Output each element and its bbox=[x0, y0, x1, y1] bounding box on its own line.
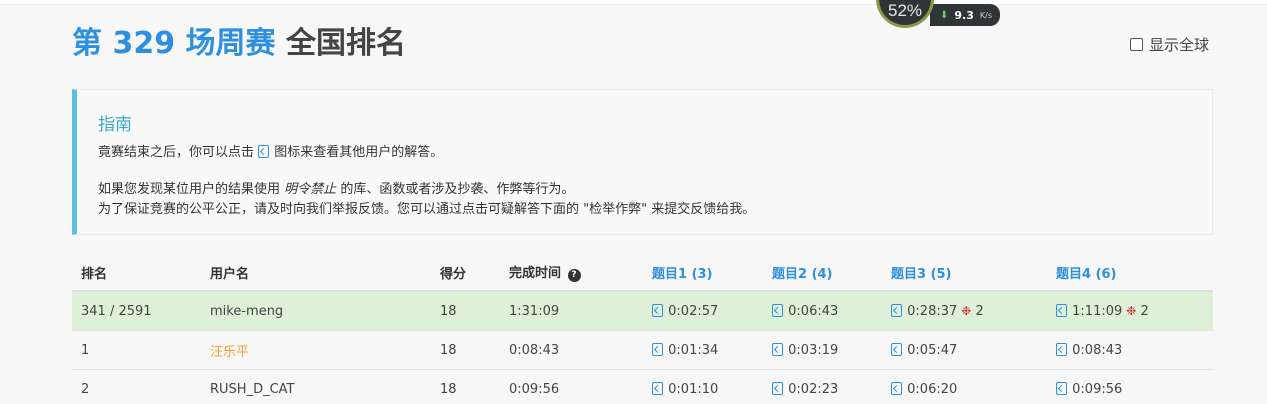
header-question-3[interactable]: 题目3 (5) bbox=[891, 263, 952, 282]
question-2-cell[interactable]: 0:06:43 bbox=[772, 303, 839, 319]
contest-name: 第 329 场周赛 bbox=[72, 26, 276, 61]
question-3-cell[interactable]: 0:05:47 bbox=[891, 342, 958, 358]
question-3-time: 0:28:37 bbox=[907, 303, 958, 319]
question-2-cell[interactable]: 0:03:19 bbox=[772, 342, 839, 358]
code-file-icon[interactable] bbox=[1056, 342, 1067, 356]
finish-time-cell: 0:08:43 bbox=[509, 342, 560, 358]
top-strip bbox=[0, 0, 1267, 5]
guide-line-2-emphasis: 明令禁止 bbox=[284, 182, 337, 197]
question-1-cell[interactable]: 0:02:57 bbox=[652, 303, 719, 319]
download-speed-value: 9.3 bbox=[954, 8, 974, 22]
header-finish-time-label: 完成时间 bbox=[509, 266, 562, 281]
bug-icon: ❉ bbox=[1126, 303, 1137, 318]
ranking-table: 排名 用户名 得分 完成时间 ? 题目1 (3) 题目2 (4) 题目3 (5)… bbox=[72, 254, 1213, 404]
network-monitor-widget[interactable]: 52% ⬇ 9.3 K/s bbox=[876, 0, 1000, 28]
table-row: 2 RUSH_D_CAT 18 0:09:56 0:01:10 0:02:23 … bbox=[72, 370, 1213, 404]
guide-line-1-before: 竟赛结束之后，你可以点击 bbox=[98, 145, 255, 160]
question-1-time: 0:01:10 bbox=[668, 381, 719, 397]
question-4-time: 0:08:43 bbox=[1072, 342, 1123, 358]
question-4-cell[interactable]: 0:08:43 bbox=[1056, 342, 1123, 358]
question-2-time: 0:02:23 bbox=[788, 381, 839, 397]
question-1-time: 0:02:57 bbox=[668, 303, 719, 319]
question-4-cell[interactable]: 0:09:56 bbox=[1056, 381, 1123, 397]
code-file-icon[interactable] bbox=[1056, 381, 1067, 395]
header-question-2[interactable]: 题目2 (4) bbox=[772, 263, 833, 282]
question-1-cell[interactable]: 0:01:34 bbox=[652, 342, 719, 358]
guide-line-3: 为了保证竞赛的公平公正，请及时向我们举报反馈。您可以通过点击可疑解答下面的 "检… bbox=[98, 202, 756, 217]
ranking-table-header: 排名 用户名 得分 完成时间 ? 题目1 (3) 题目2 (4) 题目3 (5)… bbox=[72, 254, 1213, 292]
question-1-time: 0:01:34 bbox=[668, 342, 719, 358]
score-cell: 18 bbox=[440, 303, 457, 319]
show-global-label: 显示全球 bbox=[1149, 36, 1210, 54]
show-global-toggle[interactable]: 显示全球 bbox=[1130, 34, 1209, 55]
guide-line-2: 如果您发现某位用户的结果使用 明令禁止 的库、函数或者涉及抄袭、作弊等行为。 bbox=[98, 178, 574, 197]
network-speed-readout: ⬇ 9.3 K/s bbox=[930, 4, 1000, 26]
rank-cell: 2 bbox=[81, 381, 90, 397]
download-speed-unit: K/s bbox=[979, 10, 992, 20]
score-cell: 18 bbox=[440, 342, 457, 358]
code-file-icon[interactable] bbox=[891, 342, 902, 356]
question-3-cell[interactable]: 0:28:37 ❉ 2 bbox=[891, 303, 984, 319]
question-4-time: 1:11:09 bbox=[1072, 303, 1123, 319]
network-usage-dial: 52% bbox=[876, 0, 934, 28]
question-3-time: 0:05:47 bbox=[907, 342, 958, 358]
code-file-icon[interactable] bbox=[891, 381, 902, 395]
user-link[interactable]: mike-meng bbox=[210, 304, 283, 319]
question-1-cell[interactable]: 0:01:10 bbox=[652, 381, 719, 397]
bug-icon: ❉ bbox=[961, 303, 972, 318]
code-file-icon[interactable] bbox=[652, 303, 663, 317]
guide-title: 指南 bbox=[98, 115, 132, 135]
header-question-1[interactable]: 题目1 (3) bbox=[652, 263, 713, 282]
download-arrow-icon: ⬇ bbox=[940, 9, 949, 21]
question-3-bug-count: 2 bbox=[975, 303, 984, 319]
question-4-bug-count: 2 bbox=[1140, 303, 1149, 319]
code-file-icon[interactable] bbox=[652, 381, 663, 395]
question-2-cell[interactable]: 0:02:23 bbox=[772, 381, 839, 397]
score-cell: 18 bbox=[440, 381, 457, 397]
code-file-icon[interactable] bbox=[1056, 303, 1067, 317]
code-file-icon[interactable] bbox=[772, 342, 783, 356]
page-title: 第 329 场周赛 全国排名 bbox=[72, 24, 406, 64]
question-2-time: 0:03:19 bbox=[788, 342, 839, 358]
guide-line-2-after: 的库、函数或者涉及抄袭、作弊等行为。 bbox=[340, 182, 575, 197]
question-3-cell[interactable]: 0:06:20 bbox=[891, 381, 958, 397]
question-3-time: 0:06:20 bbox=[907, 381, 958, 397]
guide-line-1: 竟赛结束之后，你可以点击 图标来查看其他用户的解答。 bbox=[98, 141, 443, 160]
network-usage-percent: 52% bbox=[887, 1, 923, 20]
question-4-time: 0:09:56 bbox=[1072, 381, 1123, 397]
table-row-current-user: 341 / 2591 mike-meng 18 1:31:09 0:02:57 … bbox=[72, 292, 1213, 331]
question-circle-icon[interactable]: ? bbox=[567, 269, 581, 282]
code-file-icon[interactable] bbox=[772, 303, 783, 317]
question-2-time: 0:06:43 bbox=[788, 303, 839, 319]
question-4-cell[interactable]: 1:11:09 ❉ 2 bbox=[1056, 303, 1149, 319]
header-score: 得分 bbox=[440, 266, 467, 282]
table-row: 1 汪乐平 18 0:08:43 0:01:34 0:03:19 0:05:47… bbox=[72, 331, 1213, 370]
code-file-icon[interactable] bbox=[891, 303, 902, 317]
ranking-scope: 全国排名 bbox=[275, 26, 406, 61]
header-user: 用户名 bbox=[210, 266, 250, 282]
header-rank: 排名 bbox=[81, 266, 108, 282]
show-global-checkbox[interactable] bbox=[1130, 38, 1143, 51]
code-file-icon bbox=[258, 145, 270, 158]
code-file-icon[interactable] bbox=[652, 342, 663, 356]
code-file-icon[interactable] bbox=[772, 381, 783, 395]
user-link[interactable]: 汪乐平 bbox=[210, 341, 249, 360]
rank-cell: 341 / 2591 bbox=[81, 303, 152, 319]
guide-line-2-before: 如果您发现某位用户的结果使用 bbox=[98, 182, 281, 197]
finish-time-cell: 1:31:09 bbox=[509, 303, 560, 319]
user-link[interactable]: RUSH_D_CAT bbox=[210, 382, 295, 397]
rank-cell: 1 bbox=[81, 342, 90, 358]
header-finish-time: 完成时间 ? bbox=[509, 262, 581, 282]
guide-line-1-after: 图标来查看其他用户的解答。 bbox=[274, 145, 444, 160]
header-question-4[interactable]: 题目4 (6) bbox=[1056, 263, 1117, 282]
finish-time-cell: 0:09:56 bbox=[509, 381, 560, 397]
guide-panel: 指南 竟赛结束之后，你可以点击 图标来查看其他用户的解答。 如果您发现某位用户的… bbox=[72, 89, 1213, 235]
